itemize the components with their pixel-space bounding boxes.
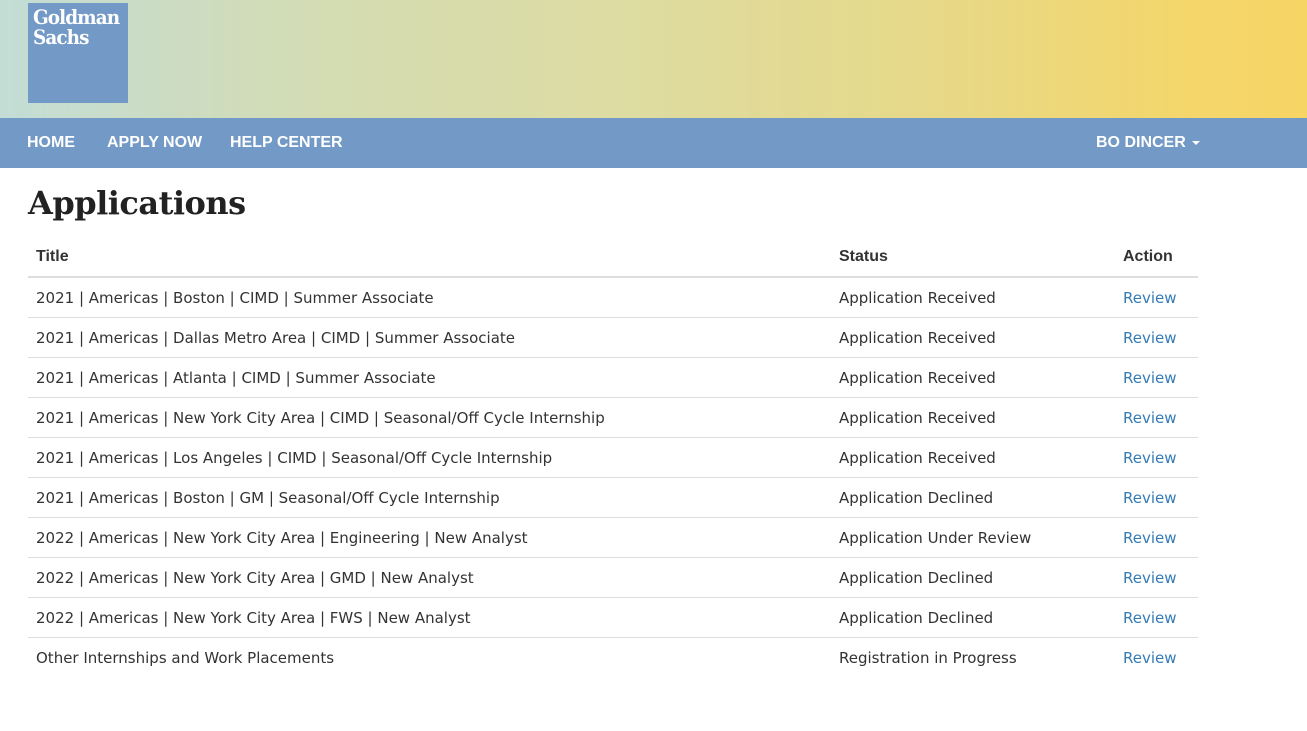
table-header-row: Title Status Action	[28, 238, 1198, 278]
review-link[interactable]: Review	[1123, 409, 1177, 427]
review-link[interactable]: Review	[1123, 489, 1177, 507]
table-row: Other Internships and Work Placements Re…	[28, 637, 1198, 677]
table-row: 2021 | Americas | Atlanta | CIMD | Summe…	[28, 357, 1198, 398]
table-row: 2022 | Americas | New York City Area | F…	[28, 597, 1198, 638]
logo-line-1: Goldman	[33, 5, 120, 29]
review-link[interactable]: Review	[1123, 569, 1177, 587]
application-title: 2021 | Americas | Boston | CIMD | Summer…	[36, 288, 434, 307]
application-status: Application Declined	[831, 557, 1115, 598]
column-header-action: Action	[1115, 238, 1198, 278]
table-row: 2021 | Americas | Boston | GM | Seasonal…	[28, 477, 1198, 518]
review-link[interactable]: Review	[1123, 369, 1177, 387]
column-header-status: Status	[831, 238, 1115, 278]
nav-help-center-link[interactable]: HELP CENTER	[230, 118, 343, 168]
application-status: Application Received	[839, 288, 996, 307]
application-title: 2021 | Americas | Los Angeles | CIMD | S…	[28, 437, 831, 478]
table-row: 2021 | Americas | Los Angeles | CIMD | S…	[28, 437, 1198, 478]
review-link[interactable]: Review	[1123, 649, 1177, 667]
application-title: 2021 | Americas | Boston | GM | Seasonal…	[28, 477, 831, 518]
application-status: Application Under Review	[831, 517, 1115, 558]
application-status: Application Received	[831, 397, 1115, 438]
application-status: Application Received	[831, 437, 1115, 478]
main-navbar: HOME APPLY NOW HELP CENTER BO DINCER	[0, 118, 1307, 168]
application-title: 2022 | Americas | New York City Area | G…	[28, 557, 831, 598]
user-menu-dropdown[interactable]: BO DINCER	[1096, 118, 1200, 168]
caret-down-icon	[1191, 140, 1200, 145]
review-link[interactable]: Review	[1123, 329, 1177, 347]
logo-line-2: Sachs	[33, 25, 89, 49]
application-title: 2022 | Americas | New York City Area | E…	[28, 517, 831, 558]
column-header-title: Title	[28, 238, 831, 278]
review-link[interactable]: Review	[1123, 529, 1177, 547]
application-title: 2021 | Americas | Atlanta | CIMD | Summe…	[28, 357, 831, 398]
nav-apply-now-link[interactable]: APPLY NOW	[107, 118, 202, 168]
table-row: 2022 | Americas | New York City Area | E…	[28, 517, 1198, 558]
review-link[interactable]: Review	[1123, 609, 1177, 627]
table-row: 2021 | Americas | Boston | CIMD | Summer…	[28, 277, 1198, 318]
application-title: 2021 | Americas | New York City Area | C…	[28, 397, 831, 438]
applications-table: Title Status Action 2021 | Americas | Bo…	[28, 238, 1198, 677]
goldman-sachs-logo[interactable]: Goldman Sachs	[28, 3, 128, 103]
application-status: Application Received	[831, 357, 1115, 398]
nav-home-link[interactable]: HOME	[27, 118, 75, 168]
page-title: Applications	[28, 184, 246, 222]
header-banner: Goldman Sachs	[0, 0, 1307, 118]
review-link[interactable]: Review	[1123, 289, 1177, 307]
table-row: 2021 | Americas | New York City Area | C…	[28, 397, 1198, 438]
table-row: 2022 | Americas | New York City Area | G…	[28, 557, 1198, 598]
application-status: Application Received	[831, 317, 1115, 358]
table-row: 2021 | Americas | Dallas Metro Area | CI…	[28, 317, 1198, 358]
review-link[interactable]: Review	[1123, 449, 1177, 467]
application-title: 2021 | Americas | Dallas Metro Area | CI…	[28, 317, 831, 358]
user-name: BO DINCER	[1096, 134, 1186, 151]
application-title: 2022 | Americas | New York City Area | F…	[28, 597, 831, 638]
application-status: Application Declined	[831, 477, 1115, 518]
application-title: Other Internships and Work Placements	[28, 637, 831, 677]
application-status: Registration in Progress	[831, 637, 1115, 677]
application-status: Application Declined	[831, 597, 1115, 638]
